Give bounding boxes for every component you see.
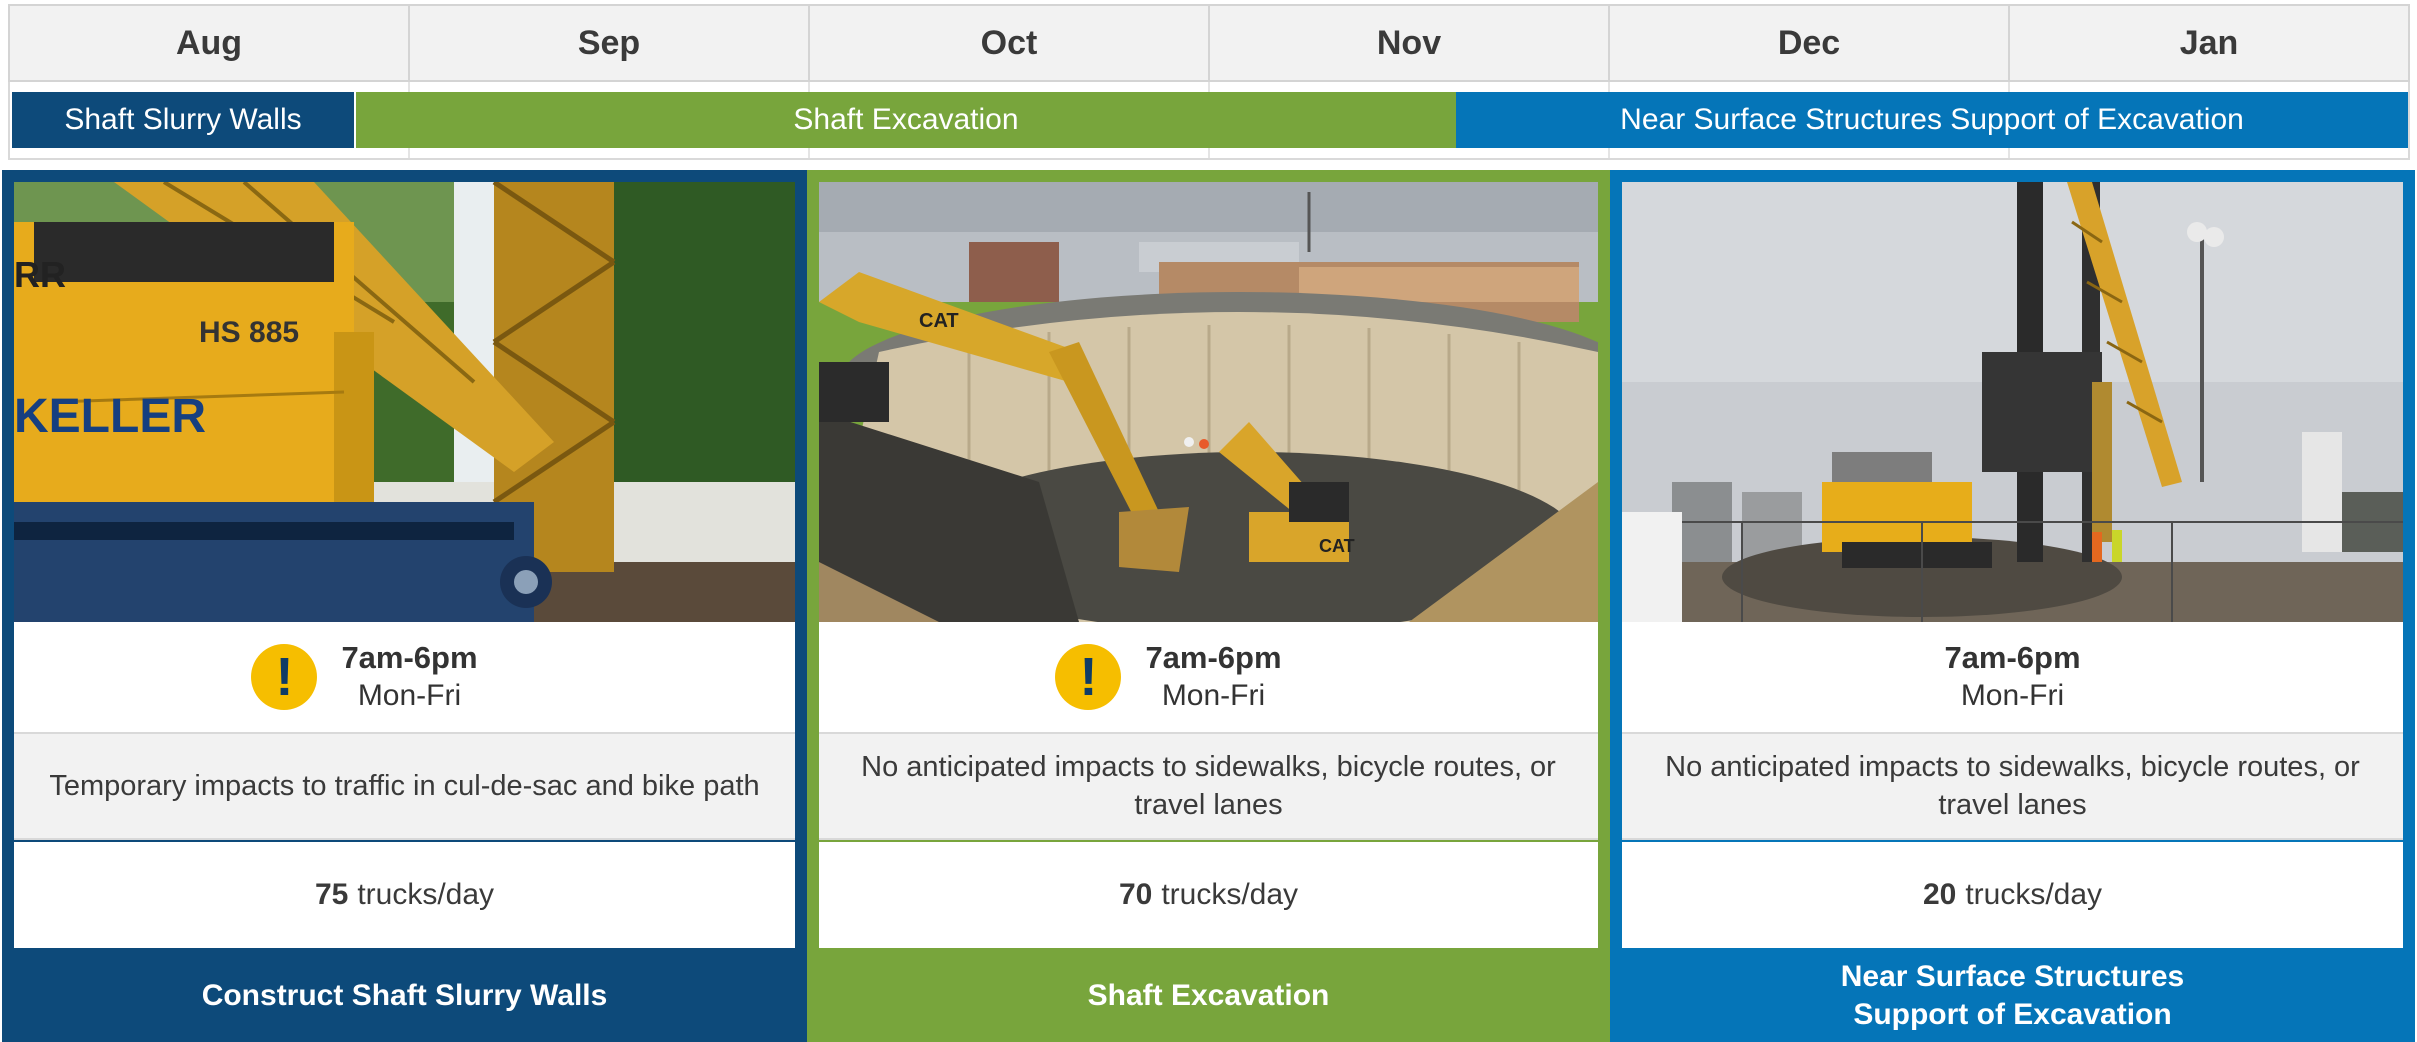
work-hours-time: 7am-6pm <box>341 640 478 675</box>
trucks-unit: trucks/day <box>1965 878 2103 911</box>
trucks-count: 75 <box>314 878 349 911</box>
phase-title-line-2: Support of Excavation <box>1853 998 2172 1031</box>
cat-logo-text-1: CAT <box>919 310 959 332</box>
photo-shaft-excavation: CAT CAT <box>819 182 1598 622</box>
trucks-per-day-row: 20 trucks/day <box>1622 842 2403 948</box>
shaft-excavation-image: CAT CAT <box>819 182 1598 622</box>
trucks-count: 70 <box>1118 878 1153 911</box>
timeline-month-header: Aug Sep Oct Nov Dec Jan <box>8 4 2410 82</box>
alert-icon: ! <box>251 644 318 710</box>
work-hours-days: Mon-Fri <box>1161 679 1266 712</box>
photo-pile-driving-rig <box>1622 182 2403 622</box>
work-hours-time: 7am-6pm <box>1944 640 2081 675</box>
gantt-bar-shaft-slurry-walls[interactable]: Shaft Slurry Walls <box>12 92 354 148</box>
rig-partial-text: RR <box>14 254 66 295</box>
gantt-bar-near-surface-structures[interactable]: Near Surface Structures Support of Excav… <box>1456 92 2408 148</box>
slurry-wall-rig-image: RR HS 885 KELLER <box>14 182 795 622</box>
phase-card-slurry-walls: RR HS 885 KELLER ! 7am-6pm Mon-Fri Tempo… <box>2 170 807 1042</box>
work-hours-row: ! 7am-6pm Mon-Fri <box>819 622 1598 734</box>
work-hours-row: ! 7am-6pm Mon-Fri <box>14 622 795 734</box>
work-hours-days: Mon-Fri <box>1960 679 2065 712</box>
phase-card-shaft-excavation: CAT CAT ! 7am-6pm Mon-Fri No anticipated… <box>807 170 1610 1042</box>
trucks-per-day-row: 70 trucks/day <box>819 842 1598 948</box>
photo-slurry-wall-rig: RR HS 885 KELLER <box>14 182 795 622</box>
phase-title: Construct Shaft Slurry Walls <box>201 979 608 1012</box>
month-oct: Oct <box>810 6 1210 80</box>
impacts-row: Temporary impacts to traffic in cul-de-s… <box>14 734 795 840</box>
phase-title: Near Surface Structures Support of Excav… <box>1610 950 2415 1042</box>
cat-logo-text-2: CAT <box>1319 536 1355 556</box>
gantt-bar-shaft-excavation[interactable]: Shaft Excavation <box>356 92 1456 148</box>
pile-driving-rig-image <box>1622 182 2403 622</box>
impacts-row: No anticipated impacts to sidewalks, bic… <box>1622 734 2403 840</box>
month-sep: Sep <box>410 6 810 80</box>
rig-model-text: HS 885 <box>199 316 299 349</box>
month-dec: Dec <box>1610 6 2010 80</box>
trucks-count: 20 <box>1922 878 1957 911</box>
work-hours-time: 7am-6pm <box>1145 640 1282 675</box>
work-hours-row: 7am-6pm Mon-Fri <box>1622 622 2403 734</box>
work-hours-days: Mon-Fri <box>357 679 462 712</box>
trucks-unit: trucks/day <box>1161 878 1299 911</box>
alert-icon: ! <box>1055 644 1122 710</box>
month-jan: Jan <box>2179 23 2239 62</box>
timeline-gantt-row: Shaft Slurry Walls Shaft Excavation Near… <box>8 82 2410 160</box>
phase-title-line-1: Near Surface Structures <box>1840 960 2185 993</box>
phase-card-near-surface-structures: 7am-6pm Mon-Fri No anticipated impacts t… <box>1610 170 2415 1042</box>
trucks-per-day-row: 75 trucks/day <box>14 842 795 948</box>
month-nov: Nov <box>1210 6 1610 80</box>
phase-title: Shaft Excavation <box>1087 979 1330 1012</box>
month-aug: Aug <box>10 6 410 80</box>
impacts-row: No anticipated impacts to sidewalks, bic… <box>819 734 1598 840</box>
trucks-unit: trucks/day <box>357 878 495 911</box>
keller-logo-text: KELLER <box>14 390 206 443</box>
